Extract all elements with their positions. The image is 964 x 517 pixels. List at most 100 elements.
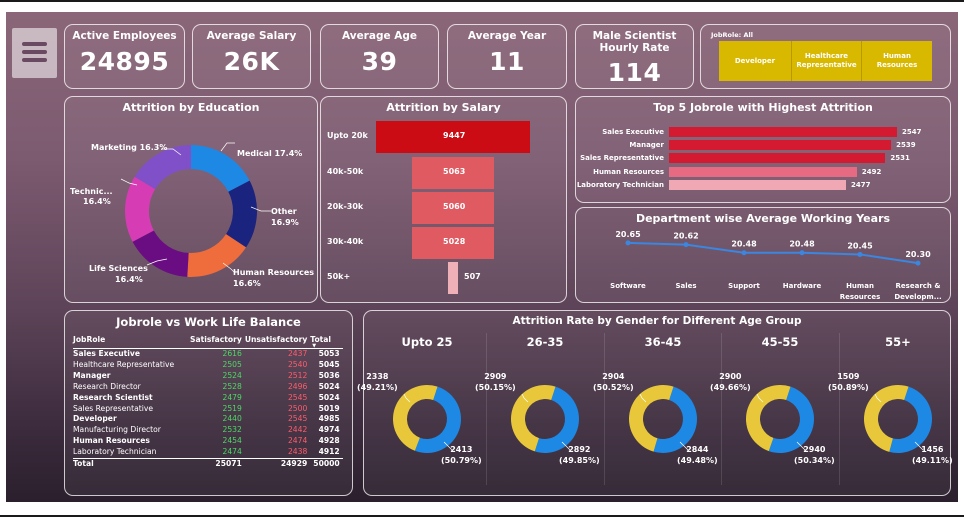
table-row[interactable]: Manufacturing Director 2532 2442 4974 bbox=[73, 425, 343, 436]
male-value-label: 2844 (49.48%) bbox=[677, 444, 718, 466]
top-role-bar[interactable] bbox=[669, 166, 857, 177]
female-value-label: 2338 (49.21%) bbox=[357, 371, 398, 393]
jobrole-slicer: JobRole: All Developer Healthcare Repres… bbox=[700, 24, 951, 89]
menu-button[interactable] bbox=[12, 28, 57, 78]
line-value-label: 20.45 bbox=[847, 241, 873, 250]
female-count: 2338 bbox=[366, 372, 389, 381]
age-group-title: 26-35 bbox=[526, 335, 564, 349]
kpi-value: 24895 bbox=[79, 47, 170, 76]
cell-jobrole: Manager bbox=[73, 370, 111, 380]
bar-value-label: 2547 bbox=[902, 128, 922, 136]
cell-total: 50000 bbox=[313, 459, 340, 469]
bar-value-label: 2492 bbox=[861, 167, 882, 176]
slicer-option-healthcare-representative[interactable]: Healthcare Representative bbox=[792, 41, 862, 81]
slicer-option-developer[interactable]: Developer bbox=[719, 41, 792, 81]
cell-satisfactory: 2454 bbox=[222, 436, 242, 446]
bar-category-label: Manager bbox=[629, 141, 664, 150]
cell-unsatisfactory: 24929 bbox=[280, 459, 308, 469]
donut-slice-technical-degree[interactable] bbox=[125, 176, 156, 242]
age-group-divider bbox=[839, 333, 840, 485]
hamburger-menu-icon-line bbox=[22, 50, 47, 54]
line-point[interactable] bbox=[799, 250, 805, 256]
age-group-title: 45-55 bbox=[761, 335, 799, 349]
kpi-title: Male Scientist Hourly Rate bbox=[592, 30, 677, 54]
table-row[interactable]: Developer 2440 2545 4985 bbox=[73, 414, 343, 425]
cell-satisfactory: 2440 bbox=[222, 414, 242, 424]
cell-satisfactory: 2479 bbox=[222, 392, 242, 402]
top-role-bar[interactable] bbox=[669, 127, 897, 137]
x-axis-label: Resources bbox=[840, 293, 881, 301]
top-role-bar[interactable] bbox=[669, 179, 846, 190]
age-group-divider bbox=[486, 333, 487, 485]
gender-donut-group: Upto 25 2338 (49.21%) 2413 (50.79%) 26-35 2909… bbox=[357, 311, 953, 497]
cell-unsatisfactory: 2474 bbox=[287, 436, 308, 446]
male-percent: (49.48%) bbox=[677, 456, 718, 465]
cell-jobrole: Research Scientist bbox=[73, 392, 153, 402]
header-unsatisfactory[interactable]: Unsatisfactory bbox=[244, 333, 311, 349]
slicer-option-human-resources[interactable]: Human Resources bbox=[862, 41, 932, 81]
cell-unsatisfactory: 2512 bbox=[287, 370, 308, 380]
table-row[interactable]: Human Resources 2454 2474 4928 bbox=[73, 436, 343, 447]
female-percent: (50.15%) bbox=[475, 383, 516, 392]
kpi-value: 114 bbox=[607, 58, 662, 87]
cell-unsatisfactory: 2545 bbox=[287, 414, 308, 424]
top-role-bar[interactable] bbox=[669, 140, 892, 151]
table-row[interactable]: Manager 2524 2512 5036 bbox=[73, 371, 343, 382]
table-row[interactable]: Laboratory Technician 2474 2438 4912 bbox=[73, 447, 343, 458]
cell-total: 5045 bbox=[318, 359, 340, 369]
funnel-category-label: 20k-30k bbox=[327, 202, 364, 211]
funnel-category-label: 50k+ bbox=[327, 272, 351, 281]
cell-unsatisfactory: 2545 bbox=[287, 392, 308, 402]
table-row[interactable]: Research Scientist 2479 2545 5024 bbox=[73, 393, 343, 404]
table-row[interactable]: Healthcare Representative 2505 2540 5045 bbox=[73, 360, 343, 371]
card-title: Jobrole vs Work Life Balance bbox=[116, 315, 301, 329]
line-value-label: 20.62 bbox=[673, 232, 698, 241]
line-point[interactable] bbox=[857, 251, 863, 257]
header-satisfactory[interactable]: Satisfactory bbox=[190, 333, 245, 349]
table-row[interactable]: Sales Executive 2616 2437 5053 bbox=[73, 349, 343, 360]
dashboard-canvas: Active Employees 24895 Average Salary 26… bbox=[6, 12, 958, 502]
bar-category-label: Sales Executive bbox=[602, 128, 664, 136]
funnel-value-label: 5060 bbox=[443, 202, 466, 211]
cell-jobrole: Developer bbox=[73, 414, 117, 424]
label-life-sciences-2: 16.4% bbox=[115, 275, 143, 284]
age-group-title: 36-45 bbox=[644, 335, 682, 349]
female-count: 2904 bbox=[602, 372, 625, 381]
top-role-bar[interactable] bbox=[669, 153, 886, 164]
female-value-label: 2909 (50.15%) bbox=[475, 371, 516, 393]
line-point[interactable] bbox=[741, 250, 747, 256]
line-value-label: 20.30 bbox=[905, 250, 931, 259]
cell-unsatisfactory: 2438 bbox=[287, 447, 308, 457]
cell-jobrole: Total bbox=[73, 459, 94, 469]
line-point[interactable] bbox=[915, 260, 921, 266]
male-value-label: 1456 (49.11%) bbox=[912, 444, 953, 466]
funnel-bar[interactable] bbox=[448, 262, 458, 294]
cell-satisfactory: 2505 bbox=[222, 359, 242, 369]
label-other-2: 16.9% bbox=[271, 218, 299, 227]
x-axis-label: Software bbox=[610, 282, 646, 290]
department-line bbox=[627, 241, 919, 265]
funnel-category-label: 30k-40k bbox=[327, 237, 364, 246]
kpi-average-age: Average Age 39 bbox=[320, 24, 439, 89]
department-years-card: Department wise Average Working Years 20… bbox=[575, 207, 951, 303]
label-life-sciences-1: Life Sciences bbox=[89, 264, 148, 273]
cell-unsatisfactory: 2496 bbox=[287, 381, 308, 391]
line-point[interactable] bbox=[683, 242, 689, 248]
label-hr-1: Human Resources bbox=[233, 268, 315, 277]
x-axis-label: Hardware bbox=[783, 282, 822, 290]
table-row[interactable]: Research Director 2528 2496 5024 bbox=[73, 382, 343, 393]
male-value-label: 2892 (49.85%) bbox=[559, 444, 600, 466]
top-roles-bar-chart: Sales Executive 2547 Manager 2539 Sales Repr… bbox=[576, 97, 952, 204]
cell-total: 5036 bbox=[318, 370, 340, 380]
table-row[interactable]: Sales Representative 2519 2500 5019 bbox=[73, 404, 343, 415]
kpi-value: 26K bbox=[223, 47, 280, 76]
table-row[interactable]: Total 25071 24929 50000 bbox=[73, 458, 343, 470]
female-percent: (50.89%) bbox=[828, 383, 869, 392]
header-jobrole[interactable]: JobRole bbox=[73, 333, 190, 349]
kpi-title: Average Year bbox=[467, 30, 547, 42]
x-axis-label: Human bbox=[846, 282, 874, 290]
bar-value-label: 2477 bbox=[850, 180, 871, 189]
header-total[interactable]: Total ▼ bbox=[310, 333, 343, 349]
top-roles-card: Top 5 Jobrole with Highest Attrition Sal… bbox=[575, 96, 951, 203]
line-point[interactable] bbox=[625, 240, 631, 246]
